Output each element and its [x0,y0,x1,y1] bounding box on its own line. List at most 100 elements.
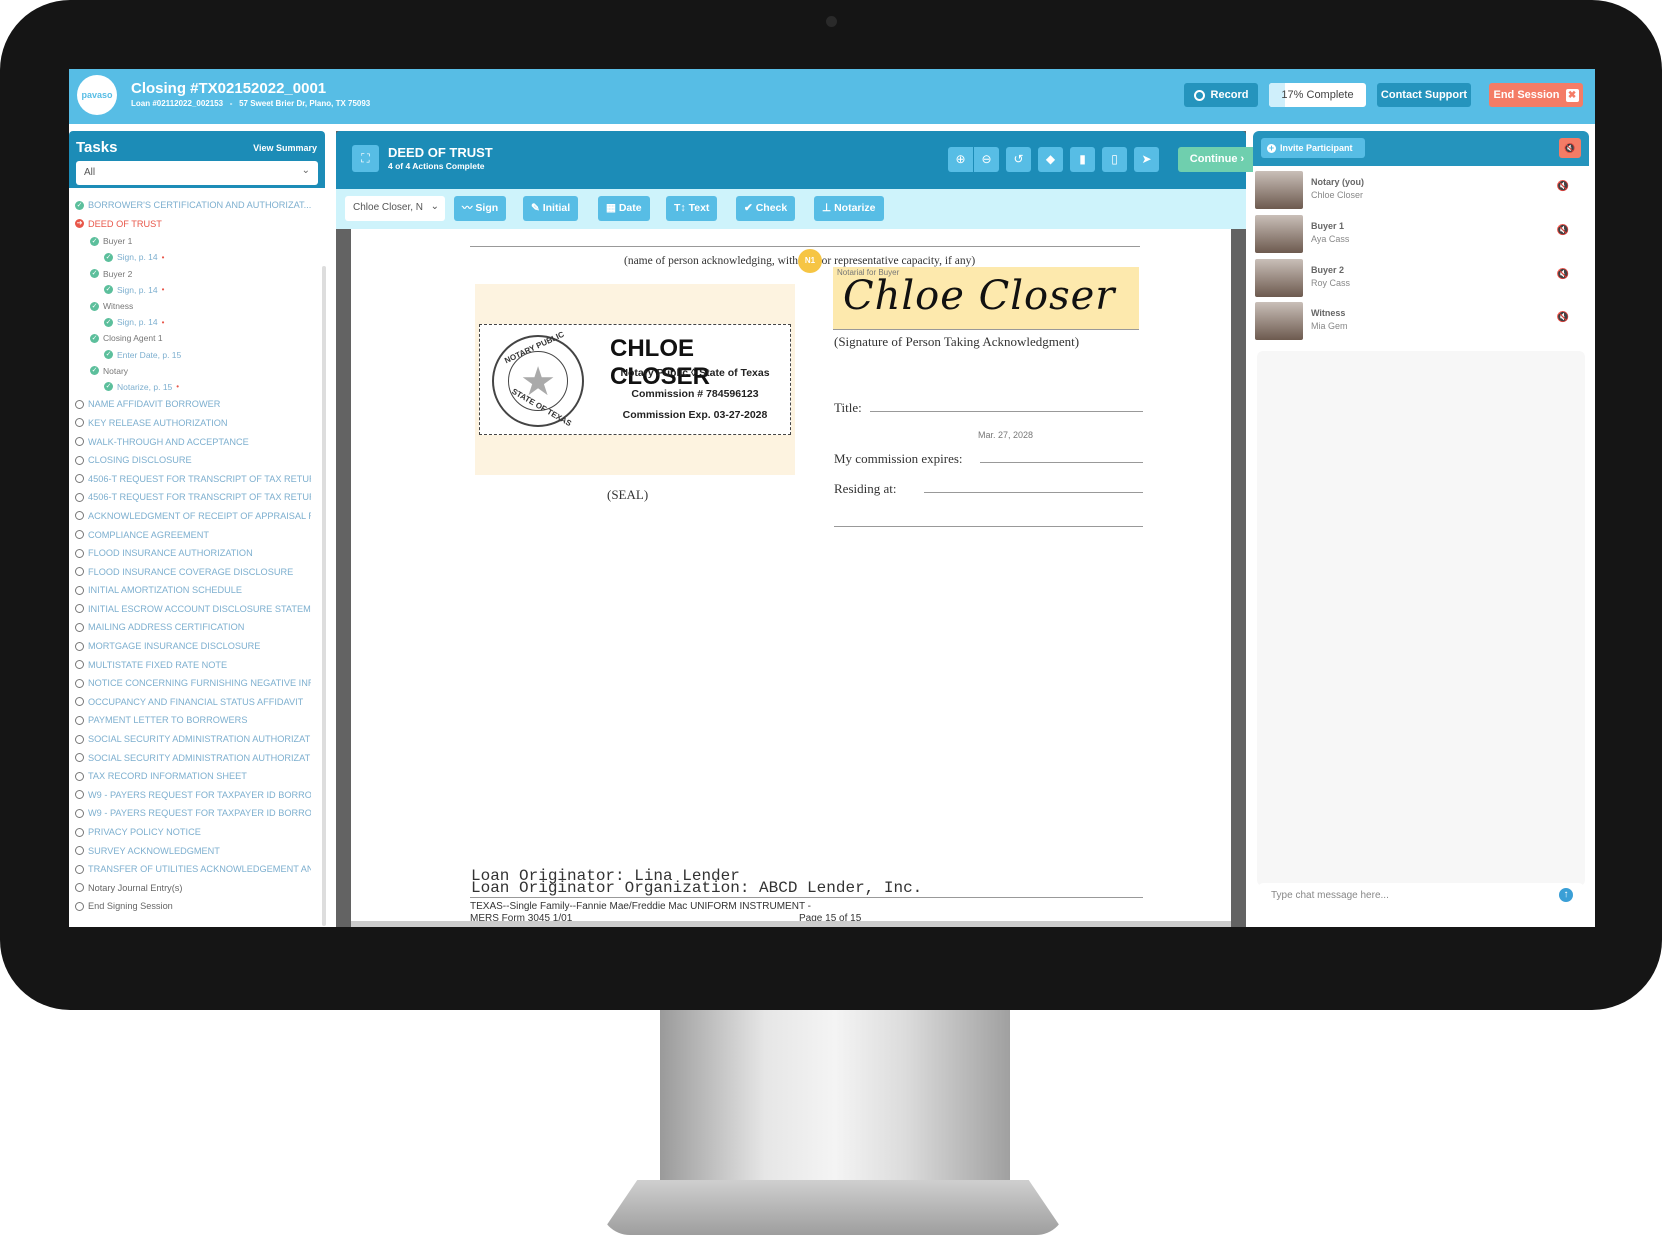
task-item[interactable]: ✓ Closing Agent 1 [75,330,311,346]
initial-tool-button[interactable]: ✎ Initial [523,196,579,221]
task-item[interactable]: W9 - PAYERS REQUEST FOR TAXPAYER ID BORR… [75,804,311,823]
document-scrollbar[interactable] [351,921,1231,927]
task-item[interactable]: KEY RELEASE AUTHORIZATION [75,414,311,433]
task-item[interactable]: WALK-THROUGH AND ACCEPTANCE [75,432,311,451]
required-marker: • [176,382,180,392]
empty-circle-icon [75,753,84,763]
task-item[interactable]: ✓ Sign, p. 14 • [75,249,311,265]
view-summary-link[interactable]: View Summary [253,143,317,153]
task-item[interactable]: End Signing Session [75,897,311,916]
task-item[interactable]: CLOSING DISCLOSURE [75,451,311,470]
document-header: ⛶ DEED OF TRUST 4 of 4 Actions Complete … [336,131,1256,189]
task-filter-select[interactable]: All ⌄ [76,161,318,185]
task-label: Sign, p. 14 [117,284,158,295]
tag-icon[interactable]: ◆ [1038,147,1063,172]
participants-panel: + Invite Participant 🔇 Notary (you) Chloe … [1253,131,1589,927]
task-item[interactable]: ✓ Notarize, p. 15 • [75,379,311,395]
task-item[interactable]: ✓ Witness [75,298,311,314]
zoom-out-icon[interactable]: ⊖ [974,147,999,172]
muted-icon[interactable]: 🔇 [1557,269,1569,280]
task-label: Sign, p. 14 [117,317,158,328]
closing-title: Closing #TX02152022_0001 [131,80,327,97]
task-label: Closing Agent 1 [103,333,163,344]
sign-tool-button[interactable]: 〰 Sign [454,196,507,221]
task-item[interactable]: Notary Journal Entry(s) [75,879,311,898]
task-item[interactable]: COMPLIANCE AGREEMENT [75,525,311,544]
task-item[interactable]: FLOOD INSURANCE COVERAGE DISCLOSURE [75,562,311,581]
rotate-icon[interactable]: ↺ [1006,147,1031,172]
send-icon[interactable]: ↑ [1559,888,1573,902]
participant-row: Buyer 2 Roy Cass 🔇 [1255,259,1585,303]
notarize-tool-button[interactable]: ⊥ Notarize [814,196,884,221]
task-item[interactable]: TRANSFER OF UTILITIES ACKNOWLEDGEMENT AN… [75,860,311,879]
zoom-in-icon[interactable]: ⊕ [948,147,973,172]
check-tool-button[interactable]: ✔ Check [736,196,796,221]
task-item[interactable]: W9 - PAYERS REQUEST FOR TAXPAYER ID BORR… [75,786,311,805]
record-button[interactable]: Record [1184,83,1258,107]
trash-icon[interactable]: ▮ [1070,147,1095,172]
tasks-panel: Tasks View Summary All ⌄ ✓ BORROWER'S CERT… [69,131,326,927]
task-label: 4506-T REQUEST FOR TRANSCRIPT OF TAX RET… [88,492,311,503]
task-item[interactable]: PRIVACY POLICY NOTICE [75,823,311,842]
text-tool-button[interactable]: T↕ Text [666,196,718,221]
signer-select[interactable]: Chloe Closer, N ⌄ [345,196,445,221]
task-item[interactable]: ACKNOWLEDGMENT OF RECEIPT OF APPRAISAL R… [75,507,311,526]
participant-role: Notary (you) [1311,177,1365,187]
task-item[interactable]: MAILING ADDRESS CERTIFICATION [75,618,311,637]
task-item[interactable]: ✓ Buyer 1 [75,233,311,249]
participant-video[interactable] [1255,302,1303,340]
task-item[interactable]: PAYMENT LETTER TO BORROWERS [75,711,311,730]
task-item[interactable]: ✓ BORROWER'S CERTIFICATION AND AUTHORIZAT… [75,196,311,215]
mute-all-icon[interactable]: 🔇 [1559,138,1581,158]
participant-video[interactable] [1255,259,1303,297]
task-item[interactable]: MULTISTATE FIXED RATE NOTE [75,655,311,674]
seal-caption: (SEAL) [607,487,649,502]
task-item[interactable]: MORTGAGE INSURANCE DISCLOSURE [75,637,311,656]
seal-name: CHLOE CLOSER [610,335,711,390]
participant-video[interactable] [1255,171,1303,209]
end-session-button[interactable]: End Session ✖ [1489,83,1583,107]
muted-icon[interactable]: 🔇 [1557,312,1569,323]
send-icon[interactable]: ➤ [1134,147,1159,172]
task-item[interactable]: SOCIAL SECURITY ADMINISTRATION AUTHORIZA… [75,748,311,767]
task-item[interactable]: NOTICE CONCERNING FURNISHING NEGATIVE IN… [75,674,311,693]
muted-icon[interactable]: 🔇 [1557,225,1569,236]
add-page-icon[interactable]: ▯ [1102,147,1127,172]
field-marker-badge[interactable]: N1 [798,249,822,273]
task-list-scrollbar[interactable] [322,266,326,926]
task-item[interactable]: SOCIAL SECURITY ADMINISTRATION AUTHORIZA… [75,730,311,749]
invite-participant-button[interactable]: + Invite Participant [1261,138,1365,158]
task-item[interactable]: ✓ Enter Date, p. 15 [75,347,311,363]
date-tool-button[interactable]: ▦ Date [598,196,650,221]
muted-icon[interactable]: 🔇 [1557,181,1569,192]
empty-circle-icon [75,530,84,540]
task-item[interactable]: 4506-T REQUEST FOR TRANSCRIPT OF TAX RET… [75,469,311,488]
document-page: (name of person acknowledging, with titl… [351,229,1231,927]
task-item[interactable]: INITIAL AMORTIZATION SCHEDULE [75,581,311,600]
commission-date-field[interactable]: Mar. 27, 2028 [978,430,1033,440]
expand-icon[interactable]: ⛶ [352,145,379,172]
chat-input[interactable]: Type chat message here... ↑ [1259,883,1583,908]
record-icon [1193,89,1205,101]
task-item[interactable]: ➜ DEED OF TRUST [75,215,311,234]
task-item[interactable]: TAX RECORD INFORMATION SHEET [75,767,311,786]
task-item[interactable]: NAME AFFIDAVIT BORROWER [75,395,311,414]
signature-field[interactable]: Notarial for Buyer Chloe Closer [833,267,1139,329]
task-item[interactable]: OCCUPANCY AND FINANCIAL STATUS AFFIDAVIT [75,693,311,712]
empty-circle-icon [75,883,84,893]
task-item[interactable]: 4506-T REQUEST FOR TRANSCRIPT OF TAX RET… [75,488,311,507]
task-item[interactable]: ✓ Buyer 2 [75,266,311,282]
task-item[interactable]: INITIAL ESCROW ACCOUNT DISCLOSURE STATEM… [75,600,311,619]
task-item[interactable]: ✓ Sign, p. 14 • [75,314,311,330]
continue-button[interactable]: Continue › [1178,147,1256,172]
task-item[interactable]: ✓ Sign, p. 14 • [75,282,311,298]
participant-video[interactable] [1255,215,1303,253]
sign-label: Sign [475,202,499,214]
task-item[interactable]: SURVEY ACKNOWLEDGMENT [75,841,311,860]
task-item[interactable]: FLOOD INSURANCE AUTHORIZATION [75,544,311,563]
task-item[interactable]: ✓ Notary [75,363,311,379]
task-label: WALK-THROUGH AND ACCEPTANCE [88,436,249,447]
empty-circle-icon [75,641,84,651]
contact-support-button[interactable]: Contact Support [1377,83,1471,107]
empty-circle-icon [75,697,84,707]
